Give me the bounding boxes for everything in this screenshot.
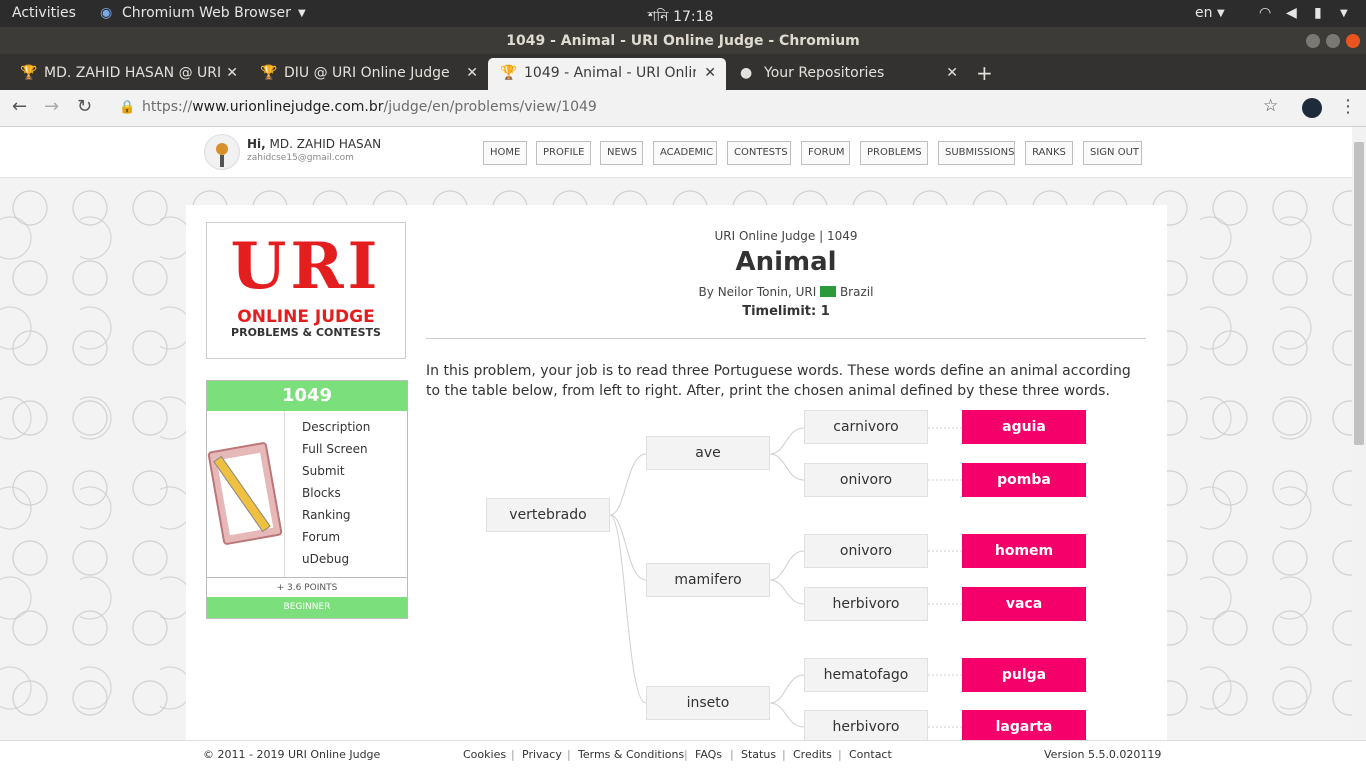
greeting-label: Hi, (247, 137, 266, 151)
tree-leaf-homem: homem (962, 534, 1086, 568)
github-icon: ● (740, 65, 753, 81)
close-tab-icon[interactable]: ✕ (704, 58, 716, 88)
trophy-icon: 🏆 (260, 65, 278, 81)
lock-icon[interactable]: 🔒 (119, 100, 135, 115)
tree-node-herbivoro: herbivoro (804, 587, 928, 621)
chevron-down-icon[interactable]: ▼ (1340, 8, 1348, 19)
tree-node-herbivoro: herbivoro (804, 710, 928, 740)
site-footer: © 2011 - 2019 URI Online Judge Cookies |… (0, 740, 1366, 768)
tree-node-carnivoro: carnivoro (804, 410, 928, 444)
web-page: Hi, MD. ZAHID HASAN zahidcse15@gmail.com… (0, 127, 1352, 740)
nav-contests[interactable]: CONTESTS (727, 141, 791, 165)
tab-label: Your Repositories (764, 65, 885, 81)
chromium-icon: ◉ (100, 5, 113, 21)
trophy-icon: 🏆 (500, 65, 518, 81)
close-tab-icon[interactable]: ✕ (226, 58, 238, 88)
tab-label: 1049 - Animal - URI Online (524, 65, 696, 81)
tab-label: MD. ZAHID HASAN @ URI (44, 65, 222, 81)
nav-ranks[interactable]: RANKS (1025, 141, 1073, 165)
site-navbar: Hi, MD. ZAHID HASAN zahidcse15@gmail.com… (0, 127, 1352, 178)
footer-separator: | (567, 748, 571, 761)
nav-home[interactable]: HOME (483, 141, 527, 165)
system-top-bar: Activities ◉ Chromium Web Browser ▼ শনি … (0, 0, 1366, 27)
footer-separator: | (684, 748, 688, 761)
back-arrow-icon[interactable]: ← (12, 96, 27, 117)
language-indicator[interactable]: en (1195, 5, 1213, 21)
tree-node-ave: ave (646, 436, 770, 470)
reload-icon[interactable]: ↻ (77, 96, 92, 117)
close-tab-icon[interactable]: ✕ (946, 58, 958, 88)
window-titlebar: 1049 - Animal - URI Online Judge - Chrom… (0, 27, 1366, 54)
tree-leaf-aguia: aguia (962, 410, 1086, 444)
tab-strip: 🏆 MD. ZAHID HASAN @ URI ✕ 🏆 DIU @ URI On… (0, 54, 1366, 90)
menu-dots-icon[interactable]: ⋮ (1339, 96, 1357, 117)
footer-link-contact[interactable]: Contact (849, 748, 892, 761)
footer-version: Version 5.5.0.020119 (1044, 748, 1162, 761)
forward-arrow-icon[interactable]: → (44, 96, 59, 117)
wifi-icon[interactable]: ◠ (1259, 5, 1271, 21)
chevron-down-icon: ▼ (298, 8, 306, 19)
chevron-down-icon: ▼ (1217, 8, 1225, 19)
footer-copyright: © 2011 - 2019 URI Online Judge (203, 748, 381, 761)
tree-leaf-vaca: vaca (962, 587, 1086, 621)
footer-separator: | (782, 748, 786, 761)
url-scheme: https:// (142, 99, 193, 115)
scrollbar-thumb[interactable] (1354, 142, 1364, 445)
tree-node-onivoro: onivoro (804, 534, 928, 568)
footer-link-credits[interactable]: Credits (793, 748, 832, 761)
nav-academic[interactable]: ACADEMIC (653, 141, 717, 165)
new-tab-button[interactable]: + (976, 58, 1000, 90)
tab-animal[interactable]: 🏆 1049 - Animal - URI Online ✕ (488, 58, 726, 90)
nav-forum[interactable]: FORUM (801, 141, 850, 165)
tab-label: DIU @ URI Online Judge (284, 65, 450, 81)
url-field[interactable]: https://www.urionlinejudge.com.br/judge/… (142, 99, 597, 115)
activities-button[interactable]: Activities (12, 5, 76, 21)
nav-problems[interactable]: PROBLEMS (860, 141, 928, 165)
volume-icon[interactable]: ◀ (1286, 5, 1297, 21)
footer-separator: | (511, 748, 515, 761)
url-host: www.urionlinejudge.com.br (192, 99, 384, 115)
url-path: /judge/en/problems/view/1049 (383, 99, 597, 115)
footer-separator: | (838, 748, 842, 761)
tab-profile[interactable]: 🏆 MD. ZAHID HASAN @ URI ✕ (8, 58, 248, 90)
user-email: zahidcse15@gmail.com (247, 153, 354, 163)
minimize-button[interactable] (1306, 34, 1320, 48)
tree-node-inseto: inseto (646, 686, 770, 720)
trophy-icon: 🏆 (20, 65, 38, 81)
nav-sign-out[interactable]: SIGN OUT (1083, 141, 1142, 165)
user-avatar[interactable] (204, 134, 240, 170)
profile-avatar[interactable] (1302, 98, 1322, 118)
close-button[interactable] (1346, 34, 1360, 48)
nav-profile[interactable]: PROFILE (536, 141, 591, 165)
tab-repositories[interactable]: ● Your Repositories ✕ (728, 58, 968, 90)
footer-separator: | (730, 748, 734, 761)
tree-node-onivoro: onivoro (804, 463, 928, 497)
nav-news[interactable]: NEWS (600, 141, 643, 165)
footer-link-privacy[interactable]: Privacy (522, 748, 562, 761)
user-greeting: Hi, MD. ZAHID HASAN (247, 137, 381, 151)
footer-link-status[interactable]: Status (741, 748, 776, 761)
clock[interactable]: শনি 17:18 (648, 5, 713, 29)
tree-node-hematofago: hematofago (804, 658, 928, 692)
battery-icon[interactable]: ▮ (1314, 5, 1322, 21)
close-tab-icon[interactable]: ✕ (466, 58, 478, 88)
window-title: 1049 - Animal - URI Online Judge - Chrom… (506, 33, 860, 49)
browser-toolbar: ← → ↻ 🔒 https://www.urionlinejudge.com.b… (0, 90, 1366, 127)
footer-link-cookies[interactable]: Cookies (463, 748, 506, 761)
footer-link-faqs[interactable]: FAQs (695, 748, 722, 761)
tree-leaf-lagarta: lagarta (962, 710, 1086, 740)
tree-leaf-pomba: pomba (962, 463, 1086, 497)
tree-leaf-pulga: pulga (962, 658, 1086, 692)
user-name[interactable]: MD. ZAHID HASAN (270, 137, 382, 151)
nav-submissions[interactable]: SUBMISSIONS (938, 141, 1015, 165)
footer-link-terms[interactable]: Terms & Conditions (578, 748, 684, 761)
app-menu[interactable]: Chromium Web Browser (122, 5, 291, 21)
tree-node-mamifero: mamifero (646, 563, 770, 597)
maximize-button[interactable] (1326, 34, 1340, 48)
tab-diu[interactable]: 🏆 DIU @ URI Online Judge ✕ (248, 58, 488, 90)
bookmark-star-icon[interactable]: ☆ (1263, 96, 1278, 116)
tree-node-vertebrado: vertebrado (486, 498, 610, 532)
problem-container: URI ONLINE JUDGE PROBLEMS & CONTESTS 104… (186, 205, 1167, 740)
